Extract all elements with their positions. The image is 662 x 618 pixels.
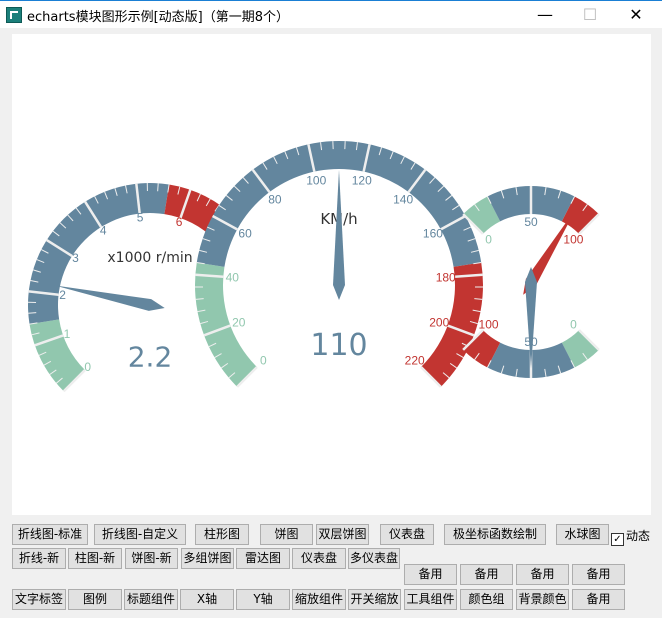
button-row4-2[interactable]: 标题组件 — [124, 589, 178, 610]
rpm-title: x1000 r/min — [107, 250, 192, 266]
gauge-chart: 0 1 2 3 4 5 6 x1000 r/min 2.2 0 20 40 60 80 100 120 140 1… — [28, 141, 600, 393]
speed-axis-label: 140 — [393, 192, 413, 206]
button-row2-4[interactable]: 雷达图 — [236, 548, 290, 569]
speed-axis-label: 40 — [226, 270, 240, 284]
speed-axis-label: 20 — [232, 315, 246, 329]
maximize-button[interactable]: ☐ — [567, 1, 613, 29]
fuel-top-axis-label: 100 — [563, 233, 583, 247]
speed-axis-label: 100 — [306, 173, 326, 187]
button-row3-3[interactable]: 备用 — [572, 564, 625, 585]
button-row1-3[interactable]: 饼图 — [260, 524, 313, 545]
button-row1-4[interactable]: 双层饼图 — [316, 524, 369, 545]
button-row1-5[interactable]: 仪表盘 — [380, 524, 434, 545]
button-row4-5[interactable]: 缩放组件 — [292, 589, 346, 610]
fuel-bottom-axis-label: 0 — [570, 317, 577, 331]
rpm-axis-label: 4 — [100, 223, 107, 237]
button-row4-8[interactable]: 颜色组 — [460, 589, 513, 610]
button-row4-1[interactable]: 图例 — [68, 589, 122, 610]
close-button[interactable]: ✕ — [613, 1, 659, 29]
speed-pointer — [333, 169, 345, 300]
window-title: echarts模块图形示例[动态版]（第一期8个） — [27, 10, 289, 25]
rpm-axis-label: 0 — [84, 360, 91, 374]
button-row4-0[interactable]: 文字标签 — [12, 589, 66, 610]
rpm-tick — [157, 183, 159, 192]
fuel-top-axis-label: 0 — [485, 233, 492, 247]
fuel-top-axis-label: 50 — [524, 215, 538, 229]
rpm-axis-label: 1 — [64, 327, 71, 341]
button-row3-2[interactable]: 备用 — [516, 564, 569, 585]
rpm-detail-value: 2.2 — [128, 340, 173, 373]
speed-detail-value: 110 — [310, 328, 367, 363]
app-icon — [6, 7, 22, 23]
button-row4-3[interactable]: X轴 — [180, 589, 234, 610]
button-row4-9[interactable]: 背景颜色 — [516, 589, 569, 610]
speed-axis-label: 200 — [429, 315, 449, 329]
button-row3-1[interactable]: 备用 — [460, 564, 513, 585]
minimize-button[interactable]: — — [522, 1, 568, 29]
rpm-axis-label: 5 — [137, 211, 144, 225]
button-row2-3[interactable]: 多组饼图 — [181, 548, 234, 569]
gauge-chart-area: 0 1 2 3 4 5 6 x1000 r/min 2.2 0 20 40 60 80 100 120 140 1… — [12, 34, 651, 515]
button-row4-6[interactable]: 开关缩放 — [348, 589, 401, 610]
speed-axis-label: 160 — [423, 227, 443, 241]
rpm-pointer — [54, 285, 165, 311]
button-row2-0[interactable]: 折线-新 — [12, 548, 66, 569]
button-row1-6[interactable]: 极坐标函数绘制 — [444, 524, 546, 545]
checkbox-box[interactable]: ✓ — [611, 533, 624, 546]
button-row4-4[interactable]: Y轴 — [236, 589, 290, 610]
button-row4-10[interactable]: 备用 — [572, 589, 625, 610]
rpm-tick — [28, 312, 37, 314]
rpm-axis-label: 6 — [176, 215, 183, 229]
speed-axis-label: 0 — [260, 354, 267, 368]
speed-axis-label: 180 — [436, 270, 456, 284]
button-row2-5[interactable]: 仪表盘 — [292, 548, 346, 569]
button-row3-0[interactable]: 备用 — [404, 564, 457, 585]
rpm-axis-label: 3 — [72, 251, 79, 265]
speed-axis-label: 60 — [238, 227, 252, 241]
button-row2-2[interactable]: 饼图-新 — [125, 548, 178, 569]
speed-axis-label: 120 — [352, 173, 372, 187]
button-row4-7[interactable]: 工具组件 — [404, 589, 457, 610]
button-row1-2[interactable]: 柱形图 — [195, 524, 249, 545]
rpm-band-0 — [29, 319, 85, 392]
dynamic-checkbox[interactable]: ✓ 动态 — [611, 527, 650, 546]
speed-axis-label: 80 — [268, 192, 282, 206]
button-row1-1[interactable]: 折线图-自定义 — [94, 524, 186, 545]
rpm-axis-label: 2 — [59, 288, 66, 302]
fuel-bottom-axis-label: 100 — [479, 317, 499, 331]
button-row2-1[interactable]: 柱图-新 — [68, 548, 122, 569]
title-bar: echarts模块图形示例[动态版]（第一期8个） — ☐ ✕ — [0, 0, 662, 28]
button-row2-6[interactable]: 多仪表盘 — [348, 548, 400, 569]
dynamic-label: 动态 — [626, 529, 651, 543]
button-row1-7[interactable]: 水球图 — [556, 524, 609, 545]
button-row1-0[interactable]: 折线图-标准 — [12, 524, 88, 545]
speed-axis-label: 220 — [405, 354, 425, 368]
